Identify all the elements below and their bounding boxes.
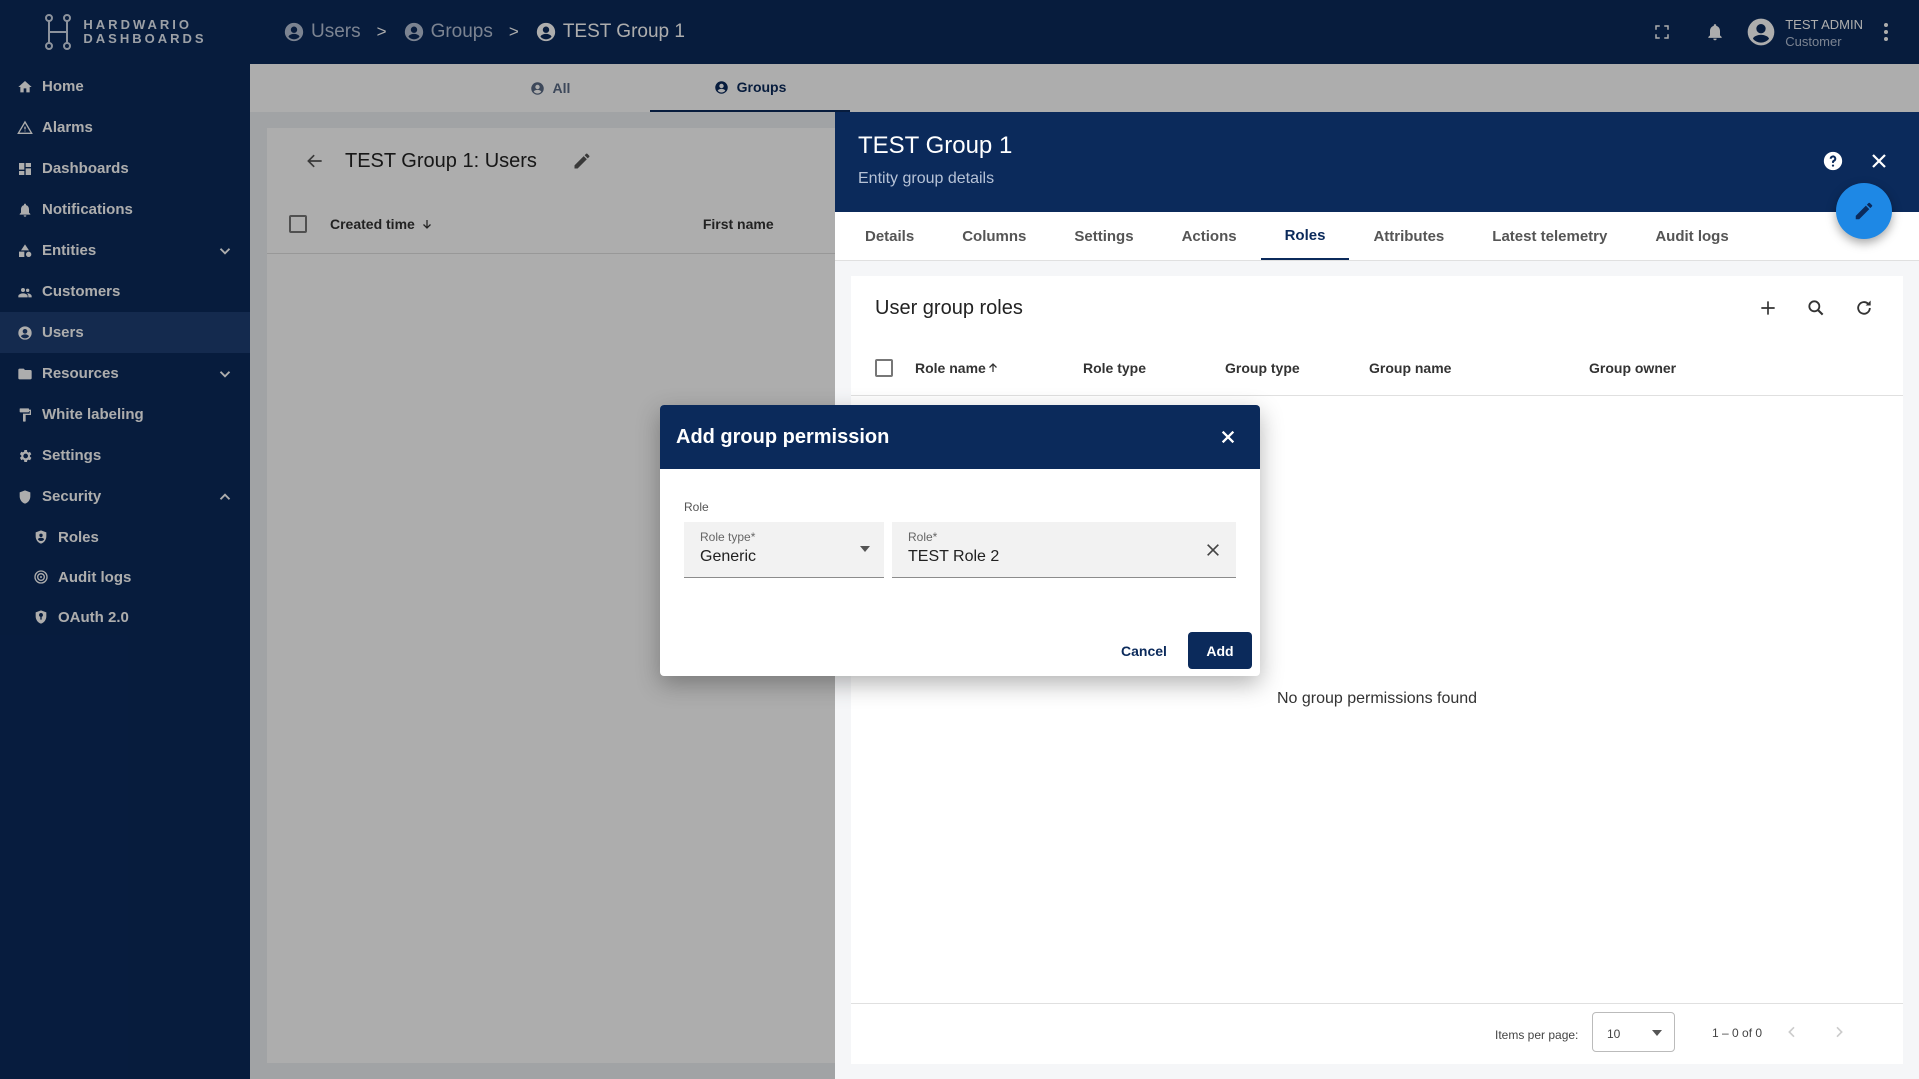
- items-per-page-value: 10: [1607, 1027, 1621, 1041]
- column-group-type[interactable]: Group type: [1225, 360, 1300, 376]
- add-icon[interactable]: [1758, 298, 1778, 318]
- empty-state-text: No group permissions found: [1276, 690, 1478, 707]
- tab-settings[interactable]: Settings: [1050, 212, 1157, 260]
- items-per-page-select[interactable]: 10: [1592, 1012, 1675, 1052]
- dropdown-arrow-icon: [1652, 1030, 1662, 1036]
- previous-page-icon[interactable]: [1784, 1024, 1800, 1040]
- tab-actions[interactable]: Actions: [1158, 212, 1261, 260]
- edit-fab[interactable]: [1836, 183, 1892, 239]
- close-icon[interactable]: [1220, 429, 1236, 445]
- add-button[interactable]: Add: [1188, 632, 1252, 669]
- panel-subtitle: Entity group details: [858, 170, 995, 187]
- role-label: Role*: [908, 530, 938, 544]
- clear-icon[interactable]: [1205, 542, 1221, 558]
- column-role-type[interactable]: Role type: [1083, 360, 1146, 376]
- role-type-select[interactable]: Role type* Generic: [684, 522, 884, 578]
- panel-title: TEST Group 1: [858, 132, 1013, 159]
- panel-tabs: Details Columns Settings Actions Roles A…: [835, 212, 1919, 261]
- role-value: TEST Role 2: [908, 548, 1000, 565]
- column-group-name[interactable]: Group name: [1369, 360, 1451, 376]
- pencil-icon: [1853, 200, 1875, 222]
- role-autocomplete-input[interactable]: Role* TEST Role 2: [892, 522, 1236, 578]
- range-label: 1 – 0 of 0: [1712, 1026, 1763, 1040]
- roles-table-header: Role name Role type Group type Group nam…: [851, 340, 1903, 396]
- section-label: Role: [684, 500, 709, 514]
- tab-details[interactable]: Details: [841, 212, 938, 260]
- next-page-icon[interactable]: [1831, 1024, 1847, 1040]
- cancel-button[interactable]: Cancel: [1115, 633, 1173, 669]
- dropdown-arrow-icon: [860, 546, 870, 552]
- refresh-icon[interactable]: [1854, 298, 1874, 318]
- items-per-page-label: Items per page:: [1495, 1028, 1579, 1042]
- role-type-value: Generic: [700, 548, 757, 565]
- help-icon[interactable]: [1822, 150, 1844, 172]
- panel-header: TEST Group 1 Entity group details: [835, 112, 1919, 212]
- tab-audit-logs[interactable]: Audit logs: [1631, 212, 1752, 260]
- column-group-owner[interactable]: Group owner: [1589, 360, 1676, 376]
- tab-roles[interactable]: Roles: [1260, 212, 1350, 260]
- paginator: Items per page: 10 1 – 0 of 0: [851, 1003, 1903, 1064]
- dialog-header: Add group permission: [660, 405, 1260, 469]
- tab-latest-telemetry[interactable]: Latest telemetry: [1468, 212, 1631, 260]
- close-icon[interactable]: [1870, 152, 1888, 170]
- role-type-label: Role type*: [700, 530, 756, 544]
- tab-attributes[interactable]: Attributes: [1349, 212, 1468, 260]
- dialog-title: Add group permission: [676, 425, 890, 448]
- sort-arrow-up-icon[interactable]: [987, 362, 999, 374]
- card-title: User group roles: [875, 296, 1023, 319]
- add-group-permission-dialog: Add group permission Role Role type* Gen…: [660, 405, 1260, 676]
- search-icon[interactable]: [1806, 298, 1826, 318]
- tab-columns[interactable]: Columns: [938, 212, 1050, 260]
- select-all-checkbox[interactable]: [875, 358, 893, 377]
- column-role-name[interactable]: Role name: [915, 360, 986, 376]
